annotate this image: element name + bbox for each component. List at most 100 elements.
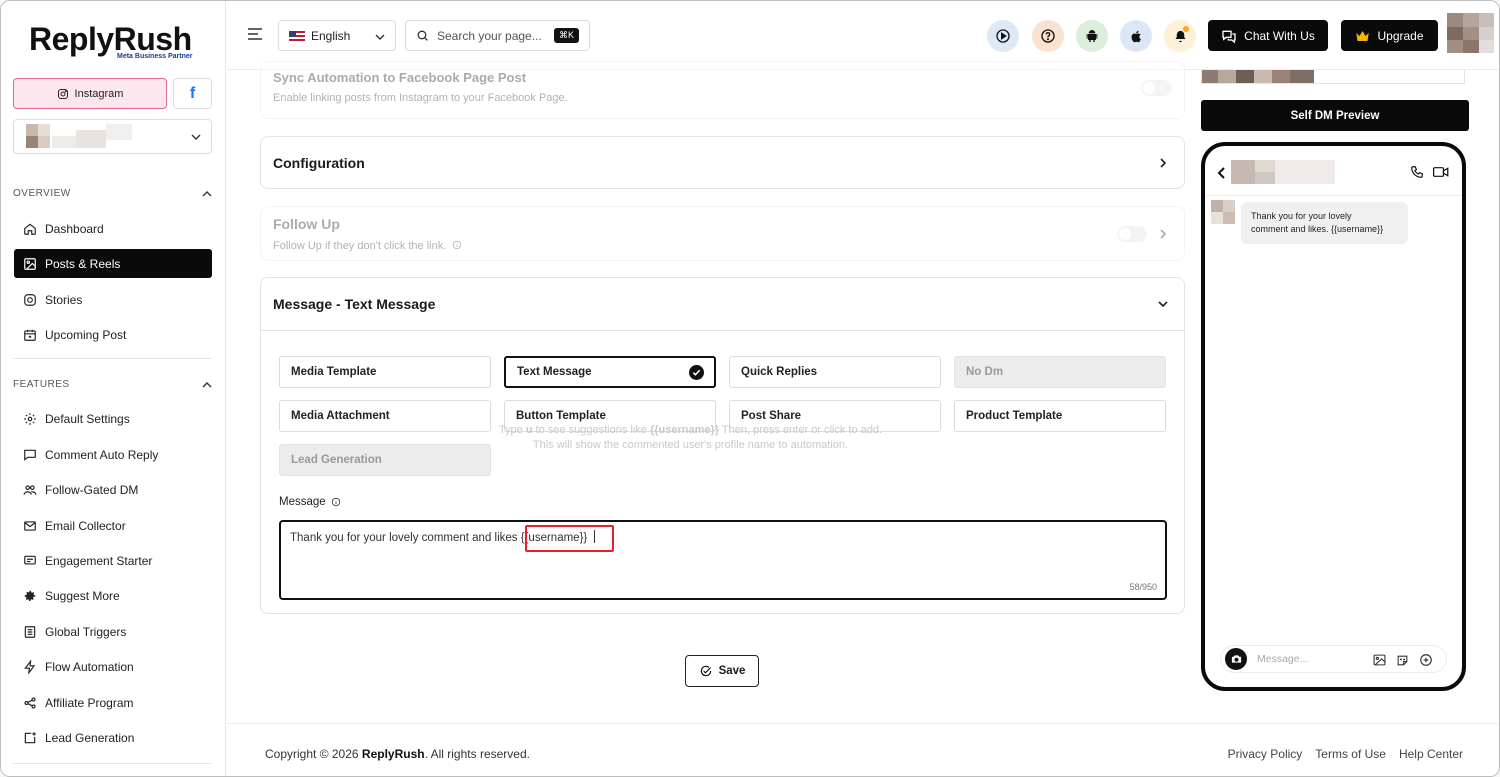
option-media-template[interactable]: Media Template (279, 356, 491, 388)
sidebar-item-email-collector[interactable]: Email Collector (14, 511, 212, 540)
sidebar-item-label: Default Settings (45, 411, 130, 426)
privacy-policy-link[interactable]: Privacy Policy (1228, 747, 1303, 761)
sidebar-item-follow-gated-dm[interactable]: Follow-Gated DM (14, 475, 212, 504)
option-lead-generation: Lead Generation (279, 444, 491, 476)
sync-facebook-card: Sync Automation to Facebook Page Post En… (260, 61, 1185, 119)
message-card-header[interactable]: Message - Text Message (261, 278, 1184, 331)
sidebar-item-suggest-more[interactable]: Suggest More (14, 581, 212, 610)
copyright-brand: ReplyRush (361, 747, 425, 761)
sidebar-divider (13, 763, 212, 764)
add-circle-icon[interactable] (1419, 653, 1433, 667)
instagram-icon (24, 293, 36, 306)
language-select[interactable]: English (278, 20, 396, 51)
message-textarea[interactable]: Thank you for your lovely comment and li… (279, 520, 1167, 600)
meta-partner-badge: Meta Business Partner (117, 53, 193, 60)
ios-app-button[interactable] (1120, 20, 1152, 52)
suggestion-hint: Type u to see suggestions like {{usernam… (483, 423, 898, 453)
gear-icon (24, 412, 36, 425)
dm-preview-panel: Self DM Preview Thank you for your lovel… (1187, 70, 1499, 723)
us-flag-icon (289, 30, 305, 41)
sidebar-item-label: Suggest More (45, 588, 120, 603)
calendar-icon (24, 329, 36, 341)
overview-section-header[interactable]: OVERVIEW (13, 188, 212, 199)
configuration-card[interactable]: Configuration (260, 136, 1185, 189)
chevron-right-icon (1160, 229, 1167, 239)
sidebar-item-affiliate-program[interactable]: Affiliate Program (14, 688, 212, 717)
search-input[interactable]: Search your page... ⌘K (405, 20, 590, 51)
sidebar-item-flow-automation[interactable]: Flow Automation (14, 652, 212, 681)
features-section-header[interactable]: FEATURES (13, 379, 212, 390)
hint-text-line2: This will show the commented user's prof… (532, 439, 849, 451)
chevron-right-icon (1160, 158, 1167, 168)
camera-icon[interactable] (1225, 648, 1247, 670)
preview-message-input[interactable]: Message... (1220, 645, 1447, 673)
bubble-line-1: Thank you for your lovely (1251, 211, 1352, 221)
upgrade-button[interactable]: Upgrade (1341, 20, 1438, 51)
option-product-template[interactable]: Product Template (954, 400, 1166, 432)
hint-text-post: Then, press enter or click to add. (721, 424, 883, 436)
notifications-button[interactable] (1164, 20, 1196, 52)
menu-toggle-icon[interactable] (247, 27, 263, 41)
android-app-button[interactable] (1076, 20, 1108, 52)
app-window: ReplyRush Meta Business Partner Instagra… (0, 0, 1500, 777)
account-selector[interactable] (13, 119, 212, 154)
sidebar-item-label: Affiliate Program (45, 695, 134, 710)
sidebar-item-global-triggers[interactable]: Global Triggers (14, 617, 212, 646)
save-button[interactable]: Save (685, 655, 759, 687)
play-circle-icon (996, 29, 1010, 43)
sidebar-item-default-settings[interactable]: Default Settings (14, 404, 212, 433)
message-bubble: Thank you for your lovely comment and li… (1241, 202, 1408, 244)
help-center-link[interactable]: Help Center (1399, 747, 1463, 761)
help-button[interactable] (1032, 20, 1064, 52)
message-label: Message (279, 496, 341, 508)
option-text-message[interactable]: Text Message (504, 356, 716, 388)
instagram-tab[interactable]: Instagram (13, 78, 167, 109)
hint-text-mid: to see suggestions like (535, 424, 647, 436)
option-media-attachment[interactable]: Media Attachment (279, 400, 491, 432)
phone-call-icon[interactable] (1410, 165, 1424, 179)
sidebar-item-label: Comment Auto Reply (45, 447, 159, 462)
copyright-post: . All rights reserved. (424, 747, 530, 761)
user-avatar[interactable] (1447, 13, 1494, 53)
option-quick-replies[interactable]: Quick Replies (729, 356, 941, 388)
apple-icon (1131, 30, 1141, 42)
search-shortcut-badge: ⌘K (553, 28, 579, 43)
sidebar-item-comment-auto-reply[interactable]: Comment Auto Reply (14, 440, 212, 469)
comment-icon (24, 449, 36, 461)
sidebar-item-stories[interactable]: Stories (14, 285, 212, 314)
footer-links: Privacy Policy Terms of Use Help Center (1228, 747, 1463, 761)
sidebar-item-lead-generation[interactable]: Lead Generation (14, 723, 212, 752)
save-check-icon (700, 665, 711, 677)
follow-up-toggle[interactable] (1117, 226, 1147, 242)
video-call-icon[interactable] (1433, 166, 1449, 178)
sync-toggle[interactable] (1141, 80, 1171, 96)
sticker-icon[interactable] (1396, 654, 1409, 667)
crown-icon (1356, 30, 1370, 41)
copyright-text: Copyright © 2026 ReplyRush. All rights r… (265, 747, 530, 761)
sync-title: Sync Automation to Facebook Page Post (273, 70, 527, 85)
upgrade-button-label: Upgrade (1377, 28, 1424, 43)
configuration-title: Configuration (273, 155, 365, 171)
terms-of-use-link[interactable]: Terms of Use (1315, 747, 1386, 761)
self-dm-preview-button[interactable]: Self DM Preview (1201, 100, 1469, 131)
chevron-down-icon (1158, 301, 1168, 308)
follow-up-title: Follow Up (273, 216, 340, 232)
chevron-down-icon (191, 134, 201, 140)
gallery-icon[interactable] (1373, 654, 1386, 666)
chat-icon (24, 555, 36, 564)
sidebar-item-upcoming-post[interactable]: Upcoming Post (14, 320, 212, 349)
chat-with-us-button[interactable]: Chat With Us (1208, 20, 1328, 51)
sidebar-item-posts-reels[interactable]: Posts & Reels (14, 249, 212, 278)
back-arrow-icon[interactable] (1217, 167, 1226, 179)
check-icon (689, 365, 704, 380)
facebook-tab[interactable]: f (173, 78, 212, 109)
tutorial-button[interactable] (987, 20, 1019, 52)
sidebar-item-engagement-starter[interactable]: Engagement Starter (14, 546, 212, 575)
sidebar-item-dashboard[interactable]: Dashboard (14, 214, 212, 243)
sidebar-item-label: Lead Generation (45, 730, 135, 745)
bubble-line-2: comment and likes. {{username}} (1251, 224, 1384, 234)
phone-mockup: Thank you for your lovely comment and li… (1201, 142, 1466, 691)
message-label-text: Message (279, 496, 326, 508)
search-placeholder: Search your page... (437, 28, 542, 43)
follow-up-card: Follow Up Follow Up if they don't click … (260, 206, 1185, 261)
